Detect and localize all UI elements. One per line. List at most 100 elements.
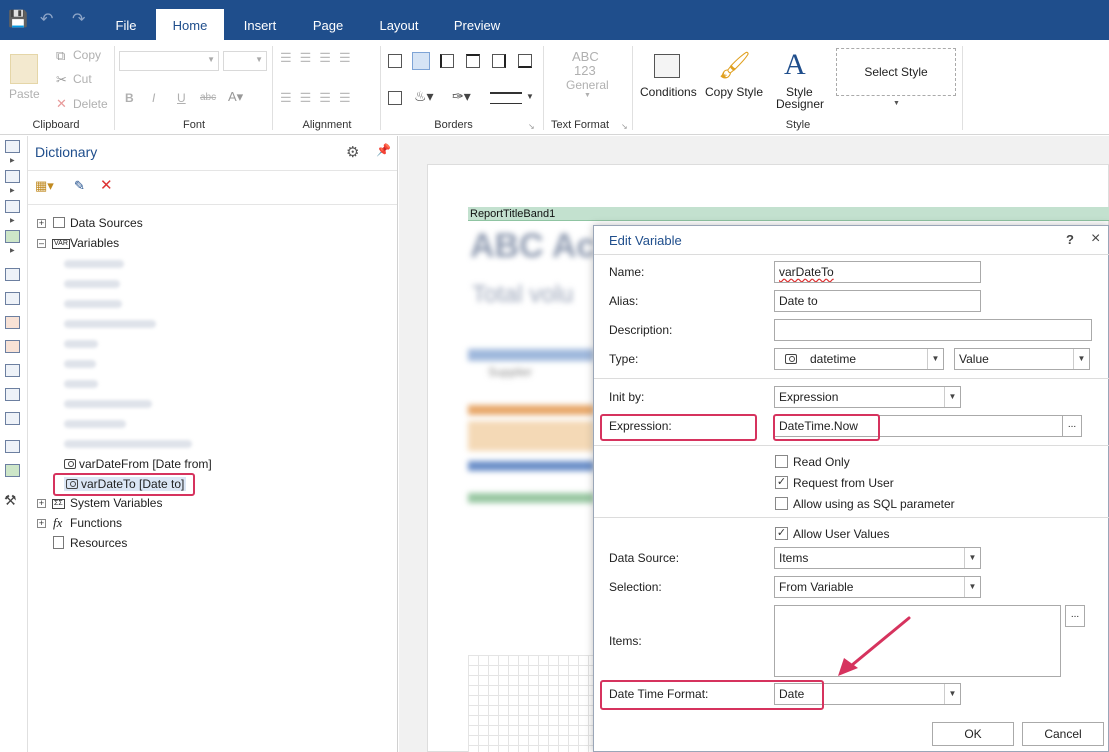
tab-preview[interactable]: Preview xyxy=(442,0,512,40)
tree-data-sources[interactable]: Data Sources xyxy=(70,216,143,230)
border-all-icon[interactable] xyxy=(388,54,402,68)
tools-icon[interactable]: ⚒ xyxy=(4,492,17,509)
expand-icon[interactable]: + xyxy=(37,499,46,508)
text-format-launcher-icon[interactable]: ↘ xyxy=(621,122,628,131)
chevron-down-icon[interactable]: ▼ xyxy=(964,548,980,568)
toolbox-components-icon[interactable] xyxy=(5,200,20,213)
conditions-button[interactable]: Conditions xyxy=(640,85,697,99)
init-by-select[interactable]: Expression ▼ xyxy=(774,386,961,408)
select-style-box[interactable]: Select Style xyxy=(836,48,956,96)
gear-icon[interactable]: ⚙ xyxy=(346,143,359,161)
text-format-dropdown-icon[interactable]: ▼ xyxy=(584,92,591,99)
line-style-dropdown-icon[interactable]: ▼ xyxy=(526,92,534,101)
toolbox-rich-text-icon[interactable] xyxy=(5,340,20,353)
tab-page[interactable]: Page xyxy=(300,0,356,40)
new-item-icon[interactable]: ▦▾ xyxy=(35,178,54,194)
toolbox-panel-icon[interactable] xyxy=(5,364,20,377)
delete-icon[interactable]: ✕ xyxy=(100,176,113,194)
help-button[interactable]: ? xyxy=(1066,232,1074,247)
font-color-icon[interactable]: A▾ xyxy=(228,89,243,105)
allow-user-values-checkbox[interactable]: ✓ xyxy=(775,527,788,540)
chevron-down-icon[interactable]: ▼ xyxy=(1073,349,1089,369)
line-color-icon[interactable]: ✑▾ xyxy=(452,88,471,105)
text-format-general-button[interactable]: General xyxy=(566,78,609,92)
toolbox-bands-icon[interactable] xyxy=(5,140,20,153)
name-input[interactable]: varDateTo xyxy=(774,261,981,283)
border-none-icon[interactable] xyxy=(388,91,402,105)
allow-sql-checkbox[interactable] xyxy=(775,497,788,510)
selection-select[interactable]: From Variable ▼ xyxy=(774,576,981,598)
horizontal-align-icons[interactable]: ☰☰☰☰ xyxy=(280,90,359,106)
items-list[interactable] xyxy=(774,605,1061,677)
chevron-down-icon[interactable]: ▼ xyxy=(964,577,980,597)
alias-input[interactable]: Date to xyxy=(774,290,981,312)
save-icon[interactable]: 💾 xyxy=(8,12,28,28)
toolbox-subreport-icon[interactable] xyxy=(5,388,20,401)
expand-arrow-icon[interactable]: ▶ xyxy=(10,247,15,254)
delete-button[interactable]: Delete xyxy=(73,97,108,111)
border-bottom-icon[interactable] xyxy=(518,54,532,68)
close-button[interactable]: × xyxy=(1091,230,1100,248)
toolbox-text-icon[interactable] xyxy=(5,268,20,281)
chevron-down-icon[interactable]: ▼ xyxy=(944,684,960,704)
toolbox-cross-bands-icon[interactable] xyxy=(5,170,20,183)
expand-icon[interactable]: + xyxy=(37,519,46,528)
cut-button[interactable]: Cut xyxy=(73,72,92,86)
tab-insert[interactable]: Insert xyxy=(232,0,288,40)
chevron-down-icon[interactable]: ▼ xyxy=(927,349,943,369)
redo-icon[interactable]: ↷ xyxy=(72,12,85,28)
expand-arrow-icon[interactable]: ▶ xyxy=(10,157,15,164)
toolbox-chart-icon[interactable] xyxy=(5,412,20,425)
toolbox-picture-icon[interactable] xyxy=(5,464,20,477)
border-left-icon[interactable] xyxy=(440,54,454,68)
report-title-band[interactable]: ReportTitleBand1 xyxy=(468,207,1109,221)
select-style-dropdown-icon[interactable]: ▼ xyxy=(893,100,900,107)
expand-arrow-icon[interactable]: ▶ xyxy=(10,187,15,194)
pin-icon[interactable]: 📌 xyxy=(376,143,391,157)
strike-button[interactable]: abc xyxy=(200,92,216,103)
font-size-combo[interactable]: ▼ xyxy=(223,51,267,71)
paste-button[interactable]: Paste xyxy=(9,87,40,101)
font-name-combo[interactable]: ▼ xyxy=(119,51,219,71)
type-select[interactable]: datetime ▼ xyxy=(774,348,944,370)
expression-editor-button[interactable]: ... xyxy=(1062,415,1082,437)
toolbox-barcode-icon[interactable] xyxy=(5,440,20,453)
tree-var-date-from[interactable]: varDateFrom [Date from] xyxy=(64,457,212,471)
tree-resources[interactable]: Resources xyxy=(70,536,127,550)
borders-launcher-icon[interactable]: ↘ xyxy=(528,122,535,131)
tree-system-variables[interactable]: System Variables xyxy=(70,496,162,510)
toolbox-image-icon[interactable] xyxy=(5,230,20,243)
toolbox-table-icon[interactable] xyxy=(5,292,20,305)
tree-functions[interactable]: Functions xyxy=(70,516,122,530)
chevron-down-icon[interactable]: ▼ xyxy=(944,387,960,407)
border-outer-icon[interactable] xyxy=(412,52,430,70)
border-top-icon[interactable] xyxy=(466,54,480,68)
tab-layout[interactable]: Layout xyxy=(366,0,432,40)
tab-file[interactable]: File xyxy=(104,0,148,40)
bold-button[interactable]: B xyxy=(125,91,134,105)
request-from-user-checkbox[interactable]: ✓ xyxy=(775,476,788,489)
style-designer-button-line2[interactable]: Designer xyxy=(776,97,824,111)
tree-variables[interactable]: Variables xyxy=(70,236,119,250)
data-source-select[interactable]: Items ▼ xyxy=(774,547,981,569)
description-input[interactable] xyxy=(774,319,1092,341)
read-only-checkbox[interactable] xyxy=(775,455,788,468)
copy-style-button[interactable]: Copy Style xyxy=(705,85,763,99)
italic-button[interactable]: I xyxy=(152,91,155,105)
expand-arrow-icon[interactable]: ▶ xyxy=(10,217,15,224)
border-right-icon[interactable] xyxy=(492,54,506,68)
line-style-icon[interactable] xyxy=(490,92,522,104)
underline-button[interactable]: U xyxy=(177,91,186,105)
expand-icon[interactable]: + xyxy=(37,219,46,228)
undo-icon[interactable]: ↶ xyxy=(40,12,53,28)
fill-color-icon[interactable]: ♨▾ xyxy=(414,88,434,105)
toolbox-label-icon[interactable] xyxy=(5,316,20,329)
items-editor-button[interactable]: ... xyxy=(1065,605,1085,627)
tab-home[interactable]: Home xyxy=(156,9,224,40)
cancel-button[interactable]: Cancel xyxy=(1022,722,1104,746)
ok-button[interactable]: OK xyxy=(932,722,1014,746)
vertical-align-icons[interactable]: ☰☰☰☰ xyxy=(280,50,359,66)
collapse-icon[interactable]: – xyxy=(37,239,46,248)
copy-button[interactable]: Copy xyxy=(73,48,101,62)
type-mode-select[interactable]: Value ▼ xyxy=(954,348,1090,370)
